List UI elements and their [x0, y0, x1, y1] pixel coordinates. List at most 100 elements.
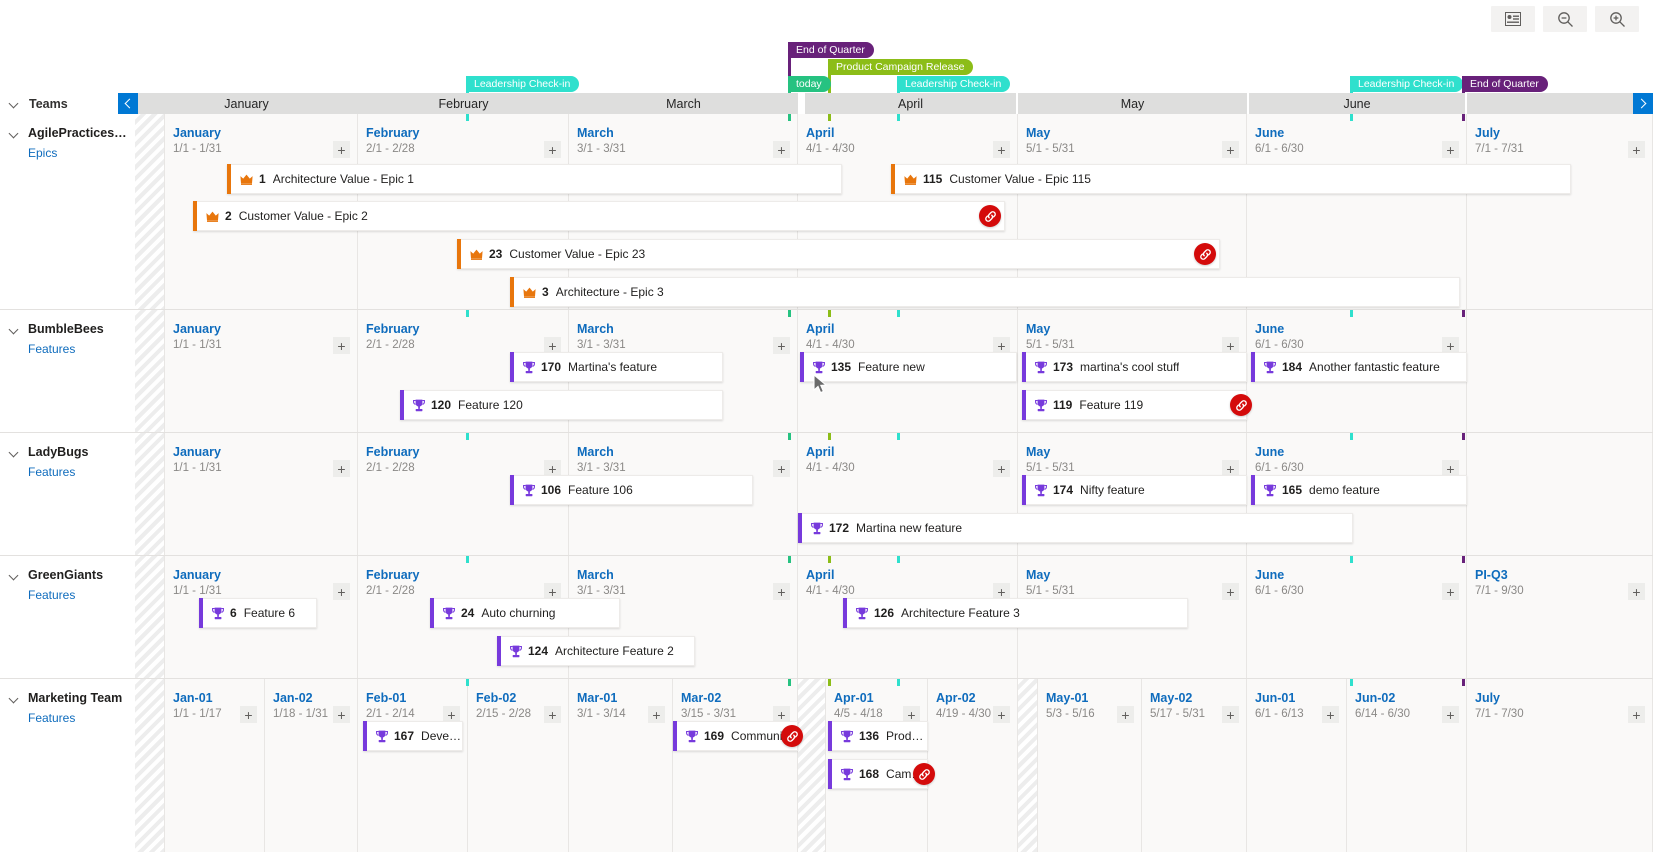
work-item-type-icon	[523, 361, 535, 374]
milestone-flag[interactable]: Product Campaign Release	[831, 59, 974, 75]
add-item-button[interactable]: +	[1117, 706, 1134, 723]
work-item-card[interactable]: 23 Customer Value - Epic 23	[457, 238, 1220, 269]
add-item-button[interactable]: +	[993, 460, 1010, 477]
team-name-row[interactable]: GreenGiants	[9, 568, 129, 582]
add-item-button[interactable]: +	[1442, 583, 1459, 600]
work-item-accent-bar	[673, 720, 677, 751]
work-item-card[interactable]: 174 Nifty feature	[1022, 474, 1247, 505]
work-item-card[interactable]: 169Communica...	[673, 720, 798, 751]
milestone-flag[interactable]: Leadership Check-in	[900, 76, 1011, 92]
work-item-card[interactable]: 124 Architecture Feature 2	[497, 635, 695, 666]
dependency-link-badge[interactable]	[1230, 394, 1252, 416]
work-item-card[interactable]: 184 Another fantastic feature	[1251, 351, 1467, 382]
work-item-card[interactable]: 173 martina's cool stuff	[1022, 351, 1247, 382]
chevron-down-icon[interactable]	[9, 570, 20, 581]
team-name-row[interactable]: LadyBugs	[9, 445, 129, 459]
work-item-card[interactable]: 136 Produc...	[828, 720, 928, 751]
work-item-card[interactable]: 172 Martina new feature	[798, 512, 1353, 543]
work-item-card[interactable]: 24 Auto churning	[430, 597, 620, 628]
add-item-button[interactable]: +	[1628, 583, 1645, 600]
add-item-button[interactable]: +	[1628, 706, 1645, 723]
dependency-link-badge[interactable]	[913, 763, 935, 785]
work-item-accent-bar	[199, 597, 203, 628]
team-name-row[interactable]: Marketing Team	[9, 691, 129, 705]
add-item-button[interactable]: +	[544, 706, 561, 723]
iteration-dates: 7/1 - 7/31	[1475, 143, 1524, 155]
add-item-button[interactable]: +	[773, 583, 790, 600]
add-item-button[interactable]: +	[333, 337, 350, 354]
work-item-title: Architecture - Epic 3	[555, 285, 664, 299]
backlog-level-link[interactable]: Epics	[28, 146, 129, 160]
chevron-down-icon[interactable]	[9, 693, 20, 704]
add-item-button[interactable]: +	[993, 141, 1010, 158]
add-item-button[interactable]: +	[773, 337, 790, 354]
backlog-level-link[interactable]: Features	[28, 342, 129, 356]
work-item-card[interactable]: 126 Architecture Feature 3	[843, 597, 1188, 628]
add-item-button[interactable]: +	[333, 460, 350, 477]
add-item-button[interactable]: +	[1322, 706, 1339, 723]
chevron-down-icon[interactable]	[9, 324, 20, 335]
teams-column-header[interactable]: Teams	[0, 93, 135, 114]
add-item-button[interactable]: +	[333, 706, 350, 723]
add-item-button[interactable]: +	[1442, 706, 1459, 723]
add-item-button[interactable]: +	[544, 141, 561, 158]
work-item-card[interactable]: 106 Feature 106	[510, 474, 753, 505]
backlog-level-link[interactable]: Features	[28, 588, 129, 602]
work-item-card[interactable]: 1 Architecture Value - Epic 1	[227, 163, 842, 194]
dependency-link-badge[interactable]	[979, 205, 1001, 227]
timeline-header: Teams January February March April May June	[0, 93, 1653, 114]
add-item-button[interactable]: +	[648, 706, 665, 723]
add-item-button[interactable]: +	[1628, 141, 1645, 158]
work-item-card[interactable]: 135 Feature new	[800, 351, 1017, 382]
add-item-button[interactable]: +	[1442, 141, 1459, 158]
work-item-title: Feature 106	[568, 483, 633, 497]
link-icon	[984, 210, 996, 222]
milestone-flag[interactable]: Leadership Check-in	[469, 76, 580, 92]
team-name-row[interactable]: BumbleBees	[9, 322, 129, 336]
add-item-button[interactable]: +	[333, 583, 350, 600]
backlog-level-link[interactable]: Features	[28, 711, 129, 725]
add-item-button[interactable]: +	[1222, 706, 1239, 723]
work-item-card[interactable]: 6 Feature 6	[199, 597, 317, 628]
dependency-link-badge[interactable]	[1194, 243, 1216, 265]
add-item-button[interactable]: +	[1222, 141, 1239, 158]
add-item-button[interactable]: +	[240, 706, 257, 723]
add-item-button[interactable]: +	[773, 460, 790, 477]
work-item-card[interactable]: 2 Customer Value - Epic 2	[193, 200, 1005, 231]
backlog-level-link[interactable]: Features	[28, 465, 129, 479]
milestone-flag[interactable]: End of Quarter	[1465, 76, 1548, 92]
work-item-accent-bar	[510, 351, 514, 382]
scroll-right-button[interactable]	[1633, 93, 1653, 114]
milestone-flag[interactable]: Leadership Check-in	[1353, 76, 1464, 92]
work-item-card[interactable]: 120 Feature 120	[400, 389, 723, 420]
milestone-tick	[1350, 556, 1353, 563]
add-item-button[interactable]: +	[333, 141, 350, 158]
work-item-title: Auto churning	[481, 606, 556, 620]
team-name-row[interactable]: AgilePractices T...	[9, 126, 129, 140]
chevron-down-icon[interactable]	[9, 447, 20, 458]
add-item-button[interactable]: +	[773, 141, 790, 158]
milestone-flag[interactable]: End of Quarter	[791, 42, 874, 58]
zoom-in-button[interactable]	[1595, 6, 1639, 32]
iteration-dates	[1467, 445, 1652, 448]
work-item-card[interactable]: 115 Customer Value - Epic 115	[891, 163, 1571, 194]
work-item-accent-bar	[497, 635, 501, 666]
chevron-down-icon[interactable]	[9, 128, 20, 139]
iteration-title: Jan-01	[173, 691, 213, 705]
zoom-out-icon	[1557, 11, 1573, 27]
scroll-left-button[interactable]	[118, 93, 138, 114]
legend-button[interactable]	[1491, 6, 1535, 32]
work-item-card[interactable]: 119 Feature 119	[1022, 389, 1247, 420]
zoom-out-button[interactable]	[1543, 6, 1587, 32]
add-item-button[interactable]: +	[993, 706, 1010, 723]
work-item-card[interactable]: 3 Architecture - Epic 3	[510, 276, 1460, 307]
work-item-card[interactable]: 165 demo feature	[1251, 474, 1467, 505]
iteration-dates: 4/1 - 4/30	[806, 339, 855, 351]
work-item-card[interactable]: 167 Develo...	[363, 720, 463, 751]
work-item-card[interactable]: 170 Martina's feature	[510, 351, 723, 382]
add-item-button[interactable]: +	[1222, 583, 1239, 600]
milestone-flag[interactable]: today	[791, 76, 831, 92]
dependency-link-badge[interactable]	[781, 725, 803, 747]
work-item-title: Nifty feature	[1080, 483, 1145, 497]
work-item-type-icon	[376, 730, 388, 743]
